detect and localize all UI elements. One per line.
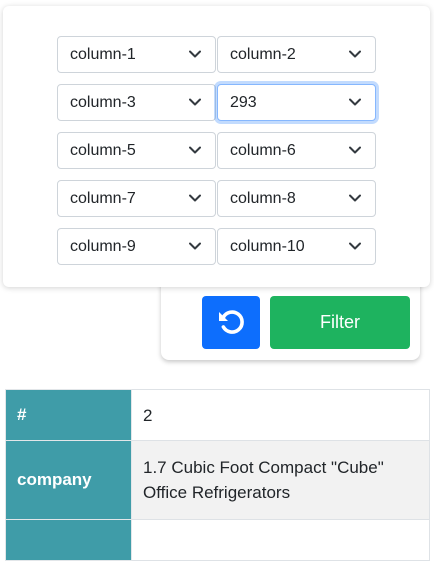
row-value: 1.7 Cubic Foot Compact "Cube" Office Ref… — [131, 440, 430, 520]
column-1-select[interactable]: column-1 — [57, 36, 216, 73]
filter-button[interactable]: Filter — [270, 296, 410, 349]
chevron-down-icon — [349, 242, 361, 250]
select-value: column-5 — [70, 142, 136, 159]
chevron-down-icon — [189, 146, 201, 154]
row-value — [131, 519, 430, 561]
reset-icon — [219, 310, 244, 334]
column-10-select[interactable]: column-10 — [217, 228, 376, 265]
column-7-select[interactable]: column-7 — [57, 180, 216, 217]
chevron-down-icon — [189, 242, 201, 250]
select-value: column-10 — [230, 238, 305, 255]
filter-panel: column-1 column-2 column-3 293 column-5 … — [3, 6, 430, 287]
table-row: # 2 — [5, 389, 430, 441]
column-8-select[interactable]: column-8 — [217, 180, 376, 217]
select-value: column-1 — [70, 46, 136, 63]
select-value: column-8 — [230, 190, 296, 207]
column-5-select[interactable]: column-5 — [57, 132, 216, 169]
chevron-down-icon — [349, 98, 361, 106]
reset-button[interactable] — [202, 296, 260, 349]
record-table: # 2 company 1.7 Cubic Foot Compact "Cube… — [5, 389, 430, 561]
column-9-select[interactable]: column-9 — [57, 228, 216, 265]
row-label: # — [5, 389, 132, 441]
table-row — [5, 519, 430, 561]
column-2-select[interactable]: column-2 — [217, 36, 376, 73]
filter-actions: Filter — [161, 280, 420, 360]
row-label: company — [5, 440, 132, 520]
select-value: 293 — [230, 94, 257, 111]
chevron-down-icon — [189, 98, 201, 106]
select-value: column-3 — [70, 94, 136, 111]
select-value: column-2 — [230, 46, 296, 63]
select-value: column-6 — [230, 142, 296, 159]
chevron-down-icon — [349, 146, 361, 154]
row-label — [5, 519, 132, 561]
chevron-down-icon — [189, 50, 201, 58]
select-value: column-7 — [70, 190, 136, 207]
column-3-select[interactable]: column-3 — [57, 84, 216, 121]
table-row: company 1.7 Cubic Foot Compact "Cube" Of… — [5, 440, 430, 520]
column-4-select[interactable]: 293 — [217, 84, 376, 121]
chevron-down-icon — [349, 194, 361, 202]
chevron-down-icon — [189, 194, 201, 202]
column-6-select[interactable]: column-6 — [217, 132, 376, 169]
chevron-down-icon — [349, 50, 361, 58]
row-value: 2 — [131, 389, 430, 441]
select-value: column-9 — [70, 238, 136, 255]
